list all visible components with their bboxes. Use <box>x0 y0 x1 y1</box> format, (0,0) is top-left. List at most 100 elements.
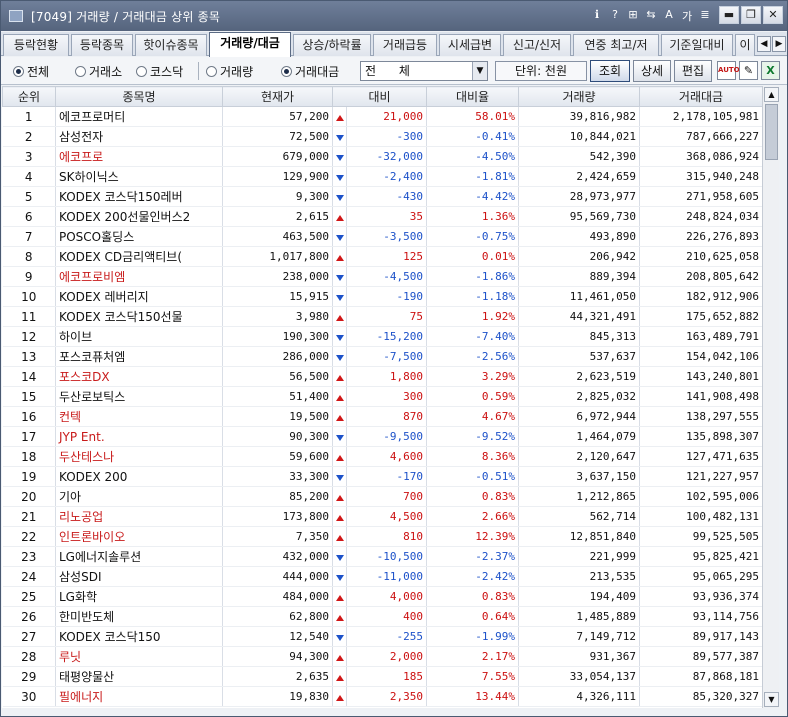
change-cell: 4,600 <box>346 446 427 467</box>
table-row[interactable]: 28 루닛 94,300 2,000 2.17% 931,367 89,577,387 <box>2 646 762 667</box>
stock-name-cell: 기아 <box>55 486 223 507</box>
minimize-button[interactable]: ▬ <box>719 6 739 24</box>
table-row[interactable]: 21 리노공업 173,800 4,500 2.66% 562,714 100,482,13… <box>2 506 762 527</box>
table-row[interactable]: 15 두산로보틱스 51,400 300 0.59% 2,825,032 141,908,4… <box>2 386 762 407</box>
volume-cell: 12,851,840 <box>518 526 640 547</box>
table-row[interactable]: 11 KODEX 코스닥150선물 3,980 75 1.92% 44,321,491 17… <box>2 306 762 327</box>
table-row[interactable]: 14 포스코DX 56,500 1,800 3.29% 2,623,519 143,240,… <box>2 366 762 387</box>
market-kospi-radio[interactable]: 거래소 <box>75 63 122 80</box>
table-row[interactable]: 29 태평양물산 2,635 185 7.55% 33,054,137 87,868,181 <box>2 666 762 687</box>
radio-dot[interactable] <box>136 66 147 77</box>
scroll-up-button[interactable]: ▲ <box>764 87 779 102</box>
link-icon[interactable]: ⇆ <box>645 8 657 24</box>
sort-amount-radio[interactable]: 거래대금 <box>281 63 339 80</box>
header-change[interactable]: 대비 <box>332 86 427 107</box>
tab-volume-surge[interactable]: 거래급등 <box>373 34 437 56</box>
header-rank[interactable]: 순위 <box>2 86 56 107</box>
market-all-radio[interactable]: 전체 <box>13 63 49 80</box>
table-row[interactable]: 22 인트론바이오 7,350 810 12.39% 12,851,840 99,525,5… <box>2 526 762 547</box>
header-volume[interactable]: 거래량 <box>518 86 640 107</box>
stock-name-cell: KODEX 코스닥150선물 <box>55 306 223 327</box>
up-arrow-icon <box>335 694 344 701</box>
price-cell: 62,800 <box>222 606 333 627</box>
tab-new-high-low[interactable]: 신고/신저 <box>503 34 571 56</box>
direction-cell <box>332 686 347 707</box>
market-kosdaq-radio[interactable]: 코스닥 <box>136 63 183 80</box>
memo-icon[interactable]: ✎ <box>739 61 758 80</box>
header-price[interactable]: 현재가 <box>222 86 333 107</box>
edit-button[interactable]: 편집 <box>674 60 712 82</box>
query-button[interactable]: 조회 <box>590 60 630 82</box>
price-cell: 90,300 <box>222 426 333 447</box>
table-row[interactable]: 17 JYP Ent. 90,300 -9,500 -9.52% 1,464,079 135… <box>2 426 762 447</box>
table-row[interactable]: 27 KODEX 코스닥150 12,540 -255 -1.99% 7,149,712 8… <box>2 626 762 647</box>
tab-hot-issue[interactable]: 핫이슈종목 <box>135 34 207 56</box>
font-size-icon[interactable]: A <box>663 8 675 24</box>
chevron-down-icon[interactable]: ▼ <box>472 62 487 80</box>
rate-cell: 1.92% <box>426 306 519 327</box>
radio-dot[interactable] <box>13 66 24 77</box>
tab-prev-button[interactable]: ◀ <box>757 36 771 52</box>
price-cell: 190,300 <box>222 326 333 347</box>
tab-next-button[interactable]: ▶ <box>772 36 786 52</box>
tab-rise-fall-rate[interactable]: 상승/하락률 <box>293 34 371 56</box>
volume-cell: 542,390 <box>518 146 640 167</box>
volume-cell: 2,120,647 <box>518 446 640 467</box>
font-korean-icon[interactable]: 가 <box>681 8 693 24</box>
rank-cell: 7 <box>2 226 56 247</box>
table-row[interactable]: 6 KODEX 200선물인버스2 2,615 35 1.36% 95,569,730 24… <box>2 206 762 227</box>
help-icon[interactable]: ? <box>609 8 621 24</box>
tab-volume-amount[interactable]: 거래량/대금 <box>209 32 291 57</box>
table-row[interactable]: 3 에코프로 679,000 -32,000 -4.50% 542,390 368,086,… <box>2 146 762 167</box>
table-row[interactable]: 24 삼성SDI 444,000 -11,000 -2.42% 213,535 95,065… <box>2 566 762 587</box>
table-row[interactable]: 2 삼성전자 72,500 -300 -0.41% 10,844,021 787,666,2… <box>2 126 762 147</box>
close-button[interactable]: ✕ <box>763 6 783 24</box>
auto-refresh-icon[interactable]: AUTO <box>717 61 740 80</box>
table-row[interactable]: 20 기아 85,200 700 0.83% 1,212,865 102,595,006 <box>2 486 762 507</box>
table-row[interactable]: 7 POSCO홀딩스 463,500 -3,500 -0.75% 493,890 226,2… <box>2 226 762 247</box>
table-row[interactable]: 9 에코프로비엠 238,000 -4,500 -1.86% 889,394 208,805… <box>2 266 762 287</box>
table-row[interactable]: 25 LG화학 484,000 4,000 0.83% 194,409 93,936,374 <box>2 586 762 607</box>
restore-button[interactable]: ❐ <box>741 6 761 24</box>
price-cell: 51,400 <box>222 386 333 407</box>
table-row[interactable]: 13 포스코퓨처엠 286,000 -7,500 -2.56% 537,637 154,04… <box>2 346 762 367</box>
table-row[interactable]: 16 컨텍 19,500 870 4.67% 6,972,944 138,297,555 <box>2 406 762 427</box>
table-row[interactable]: 19 KODEX 200 33,300 -170 -0.51% 3,637,150 121,… <box>2 466 762 487</box>
table-row[interactable]: 10 KODEX 레버리지 15,915 -190 -1.18% 11,461,050 18… <box>2 286 762 307</box>
scroll-down-button[interactable]: ▼ <box>764 692 779 707</box>
menu-icon[interactable]: ≣ <box>699 8 711 24</box>
tab-more[interactable]: 이 <box>735 34 755 56</box>
table-row[interactable]: 30 필에너지 19,830 2,350 13.44% 4,326,111 85,320,3… <box>2 686 762 707</box>
excel-export-icon[interactable]: X <box>761 61 780 80</box>
amount-cell: 121,227,957 <box>639 466 762 487</box>
table-row[interactable]: 18 두산테스나 59,600 4,600 8.36% 2,120,647 127,471,… <box>2 446 762 467</box>
header-amount[interactable]: 거래대금 <box>639 86 762 107</box>
table-row[interactable]: 4 SK하이닉스 129,900 -2,400 -1.81% 2,424,659 315,9… <box>2 166 762 187</box>
direction-cell <box>332 106 347 127</box>
table-row[interactable]: 23 LG에너지솔루션 432,000 -10,500 -2.37% 221,999 95,… <box>2 546 762 567</box>
tab-yearly-high-low[interactable]: 연중 최고/저 <box>573 34 659 56</box>
info-icon[interactable]: ℹ <box>591 8 603 24</box>
layout-icon[interactable]: ⊞ <box>627 8 639 24</box>
radio-dot[interactable] <box>206 66 217 77</box>
radio-dot[interactable] <box>281 66 292 77</box>
scroll-thumb[interactable] <box>765 104 778 160</box>
vertical-scrollbar[interactable]: ▲ ▼ <box>762 86 779 708</box>
table-row[interactable]: 8 KODEX CD금리액티브(1,017,800 125 0.01% 206,942 2… <box>2 246 762 267</box>
tab-price-swing[interactable]: 시세급변 <box>439 34 501 56</box>
sort-volume-radio[interactable]: 거래량 <box>206 63 253 80</box>
table-row[interactable]: 26 한미반도체 62,800 400 0.64% 1,485,889 93,114,756 <box>2 606 762 627</box>
detail-button[interactable]: 상세 <box>633 60 671 82</box>
table-row[interactable]: 12 하이브 190,300 -15,200 -7.40% 845,313 163,489,… <box>2 326 762 347</box>
table-row[interactable]: 1 에코프로머티 57,200 21,000 58.01% 39,816,982 2,178… <box>2 106 762 127</box>
radio-dot[interactable] <box>75 66 86 77</box>
tab-base-date-compare[interactable]: 기준일대비 <box>661 34 733 56</box>
header-name[interactable]: 종목명 <box>55 86 223 107</box>
header-rate[interactable]: 대비율 <box>426 86 519 107</box>
tab-rise-fall-stocks[interactable]: 등락종목 <box>71 34 133 56</box>
title-bar[interactable]: [7049] 거래량 / 거래대금 상위 종목 ℹ ? ⊞ ⇆ A 가 ≣ ▬ … <box>1 1 787 31</box>
category-select[interactable]: 전 체 ▼ <box>360 61 488 81</box>
tab-status[interactable]: 등락현황 <box>3 34 69 56</box>
direction-cell <box>332 166 347 187</box>
table-row[interactable]: 5 KODEX 코스닥150레버 9,300 -430 -4.42% 28,973,977… <box>2 186 762 207</box>
